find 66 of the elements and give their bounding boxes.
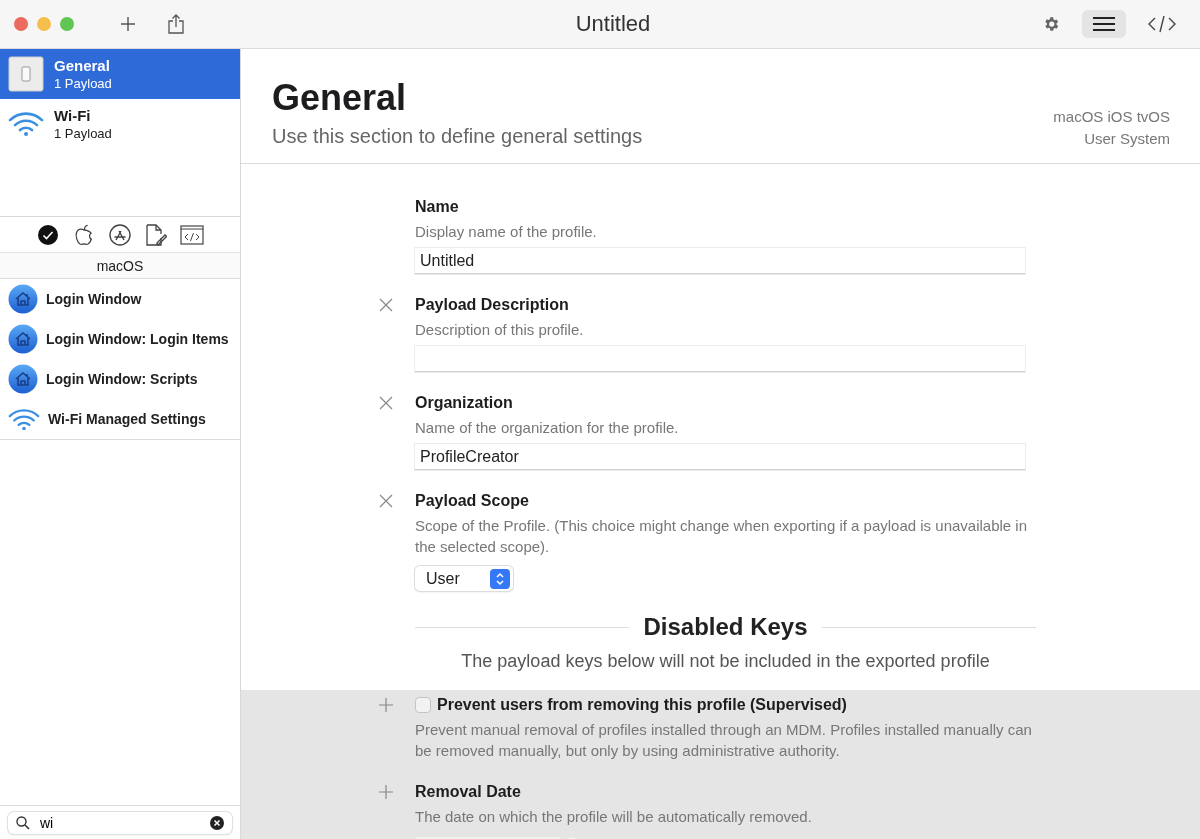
clear-icon[interactable]: [210, 816, 224, 830]
wifi-icon: [8, 407, 40, 431]
switch-icon: [8, 56, 44, 92]
setting-description: Scope of the Profile. (This choice might change when exporting if a payload is unavailable in the selected scope).: [415, 516, 1029, 557]
scope-popup[interactable]: User: [415, 566, 513, 591]
code-icon: [1148, 15, 1176, 33]
code-window-icon: [180, 224, 204, 245]
setting-label: Prevent users from removing this profile (Supervised): [437, 696, 847, 714]
section-subtitle: Use this section to define general settings: [272, 125, 643, 148]
remove-icon[interactable]: [379, 396, 393, 410]
remove-icon[interactable]: [379, 494, 393, 508]
payload-item[interactable]: Wi-Fi 1 Payload: [0, 99, 240, 149]
library-item[interactable]: Login Window: Scripts: [0, 359, 240, 399]
house-icon: [8, 324, 38, 354]
scopes-text: User System: [1083, 129, 1170, 149]
window-title: Untitled: [574, 11, 652, 37]
library-item-label: Wi-Fi Managed Settings: [48, 411, 206, 427]
setting-label: Organization: [415, 394, 514, 412]
library-item-label: Login Window: [46, 291, 142, 307]
close-button[interactable]: [14, 17, 28, 31]
setting-description: The date on which the profile will be automatically removed.: [415, 807, 813, 827]
search-icon: [16, 816, 30, 830]
setting-label: Payload Description: [415, 296, 570, 314]
library-heading: macOS: [0, 253, 240, 279]
setting-description: Prevent manual removal of profiles installed through an MDM. Profiles installed manually can be removed manually, but only by using administrative authority.: [415, 720, 1033, 761]
house-icon: [8, 364, 38, 394]
payload-count: 1 Payload: [54, 76, 112, 91]
library-item-label: Login Window: Login Items: [46, 331, 229, 347]
filter-button[interactable]: [107, 221, 133, 248]
payload-item[interactable]: General 1 Payload: [0, 49, 240, 99]
house-icon: [8, 284, 38, 314]
search-input[interactable]: wi: [38, 814, 202, 832]
setting-description: Name of the organization for the profile.: [415, 418, 680, 438]
zoom-button[interactable]: [60, 17, 74, 31]
setting-label: Name: [415, 198, 460, 216]
text-field[interactable]: Untitled: [415, 248, 1025, 274]
setting-description: Display name of the profile.: [415, 222, 598, 242]
disabled-keys-note: The payload keys below will not be included in the exported profile: [460, 651, 991, 672]
share-icon: [168, 14, 184, 34]
text-field[interactable]: ProfileCreator: [415, 444, 1025, 470]
apple-icon: [74, 223, 94, 246]
text-field[interactable]: [415, 346, 1025, 372]
payload-count: 1 Payload: [54, 126, 112, 141]
setting-label: Payload Scope: [415, 492, 530, 510]
plus-icon: [120, 16, 136, 32]
library-item[interactable]: Login Window: Login Items: [0, 319, 240, 359]
app-store-icon: [109, 223, 131, 246]
disabled-keys-heading: Disabled Keys: [643, 613, 808, 641]
platforms-text: macOS iOS tvOS: [1053, 107, 1170, 127]
menu-icon: [1092, 16, 1116, 32]
filter-button[interactable]: [143, 221, 169, 248]
payload-name: General: [54, 57, 111, 74]
setting-description: Description of this profile.: [415, 320, 585, 340]
chevrons-icon: [495, 571, 505, 586]
payload-name: Wi-Fi: [54, 107, 92, 124]
setting-label: Removal Date: [415, 783, 521, 801]
checkbox[interactable]: [415, 697, 431, 713]
library-item[interactable]: Wi-Fi Managed Settings: [0, 399, 240, 439]
menu-button[interactable]: [1082, 10, 1126, 38]
library-item-label: Login Window: Scripts: [46, 371, 198, 387]
library-item[interactable]: Login Window: [0, 279, 240, 319]
wifi-icon: [8, 111, 44, 137]
section-title: General: [272, 77, 408, 119]
remove-icon[interactable]: [379, 298, 393, 312]
document-pencil-icon: [145, 222, 167, 247]
checkmark-icon: [37, 223, 59, 246]
